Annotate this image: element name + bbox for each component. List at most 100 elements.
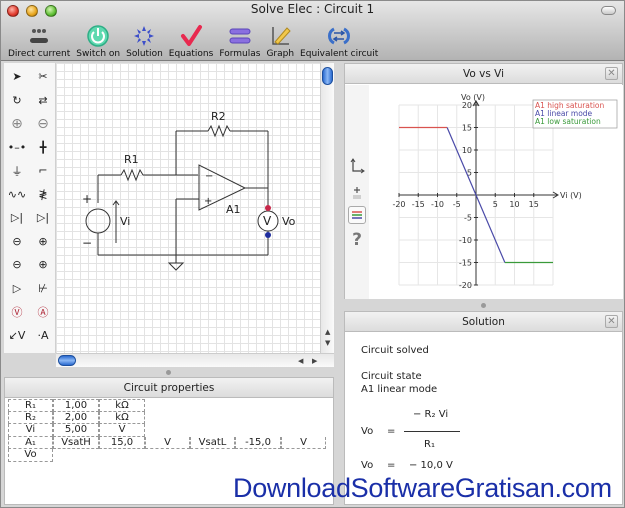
rotate-icon[interactable]: ↻ (4, 89, 30, 113)
property-cell[interactable]: 1,00 (53, 399, 99, 412)
direct-current-button[interactable]: Direct current (5, 19, 73, 59)
controlled-voltage-source-icon[interactable]: ⊖ (4, 253, 30, 277)
property-cell[interactable]: VsatH (53, 436, 99, 449)
formulas-button[interactable]: Formulas (216, 19, 263, 59)
graph-button[interactable]: Graph (263, 19, 297, 59)
diode-icon[interactable]: ▷| (4, 206, 30, 230)
axes-icon[interactable] (348, 157, 366, 175)
current-arrow-icon[interactable]: ·A (30, 324, 56, 348)
close-graph-button[interactable]: ✕ (605, 67, 618, 80)
x-tick-label: -5 (453, 200, 461, 209)
property-cell[interactable]: V (281, 436, 326, 449)
resistor-r1 (120, 168, 144, 182)
toolbar-toggle-button[interactable] (601, 6, 616, 15)
graph-pen-icon (267, 24, 293, 48)
canvas-vertical-scrollbar[interactable]: ▲ ▼ (320, 63, 334, 353)
x-tick-label: -10 (431, 200, 444, 209)
property-cell[interactable]: kΩ (99, 399, 145, 412)
y-tick-label: -15 (459, 259, 472, 268)
property-name: R₁ (8, 399, 53, 412)
graph-split-handle[interactable] (481, 303, 486, 308)
switch-icon[interactable]: ⌐ (30, 159, 56, 183)
scroll-down-arrow[interactable]: ▼ (325, 339, 330, 347)
equivalent-circuit-button[interactable]: Equivalent circuit (297, 19, 381, 59)
scroll-up-arrow[interactable]: ▲ (325, 328, 330, 336)
label-vi: Vi (120, 215, 130, 228)
ammeter-icon[interactable]: Ⓐ (30, 300, 56, 324)
equations-button[interactable]: Equations (166, 19, 217, 59)
resistor-icon[interactable]: ∿∿ (4, 183, 30, 207)
ground-icon[interactable]: ⏚ (4, 159, 30, 183)
property-cell[interactable]: V (99, 424, 145, 437)
switch-on-button[interactable]: Switch on (73, 19, 123, 59)
title-bar: Solve Elec : Circuit 1 Direct current Sw… (1, 1, 624, 61)
legend-icon[interactable] (348, 206, 366, 224)
property-row: Vo (8, 449, 330, 462)
property-cell[interactable]: 5,00 (53, 424, 99, 437)
cut-wire-icon[interactable]: ✂ (30, 65, 56, 89)
y-tick-label: 15 (462, 124, 472, 133)
y-tick-label: -5 (464, 214, 472, 223)
canvas-horizontal-scrollbar[interactable]: ◀ ▶ (56, 353, 334, 367)
add-curve-icon[interactable] (348, 183, 366, 201)
split-handle[interactable] (166, 370, 171, 375)
voltage-arrow-icon[interactable]: ↙V (4, 324, 30, 348)
property-cell[interactable]: 2,00 (53, 411, 99, 424)
x-tick-label: 10 (509, 200, 519, 209)
y-tick-label: -10 (459, 236, 472, 245)
zoom-in-icon[interactable]: ⊕ (4, 112, 30, 136)
transistor-icon[interactable]: ⊬ (30, 277, 56, 301)
scroll-right-arrow[interactable]: ▶ (312, 357, 317, 365)
help-icon[interactable]: ? (348, 230, 366, 250)
eq1-numerator: − R₂ Vi (413, 409, 449, 420)
select-arrow-icon[interactable]: ➤ (4, 65, 30, 89)
property-cell[interactable]: V (145, 436, 190, 449)
voltage-source-vi (85, 208, 111, 234)
voltmeter-negative-terminal (265, 232, 271, 238)
x-tick-label: 5 (493, 200, 498, 209)
eq2-lhs: Vo (361, 460, 374, 471)
label-a1: A1 (226, 203, 241, 216)
horizontal-scroll-thumb[interactable] (58, 355, 76, 366)
current-source-icon[interactable]: ⊕ (30, 230, 56, 254)
close-solution-button[interactable]: ✕ (605, 315, 618, 328)
property-cell[interactable]: 15,0 (99, 436, 145, 449)
controlled-current-source-icon[interactable]: ⊕ (30, 253, 56, 277)
circuit-canvas[interactable]: R1 R2 Vi A1 Vo V + − − + (56, 63, 320, 353)
vertical-scroll-thumb[interactable] (322, 67, 333, 85)
eq1-lhs: Vo (361, 426, 374, 437)
property-name: A₁ (8, 436, 53, 449)
led-icon[interactable]: ▷| (30, 206, 56, 230)
vo-vs-vi-chart: -20 -15 -10 -5 5 10 15 -20 -15 -10 -5 5 10 15 20 Vo (V)… (369, 85, 623, 299)
variable-resistor-icon[interactable]: ≹ (30, 183, 56, 207)
property-cell[interactable]: -15,0 (235, 436, 281, 449)
y-tick-label: 20 (462, 101, 472, 110)
eq2-equals: = (387, 460, 396, 471)
window-title: Solve Elec : Circuit 1 (250, 2, 375, 16)
direct-current-icon (26, 24, 52, 48)
eq1-denominator: R₁ (424, 439, 435, 450)
node-icon[interactable]: ╋ (30, 136, 56, 160)
swap-icon[interactable]: ⇄ (30, 89, 56, 113)
voltage-source-icon[interactable]: ⊖ (4, 230, 30, 254)
solution-button[interactable]: Solution (123, 19, 166, 59)
property-row: Vi 5,00 V (8, 424, 330, 437)
graph-panel-header: Vo vs Vi ✕ (345, 64, 622, 84)
x-axis-label: Vi (V) (560, 191, 582, 200)
component-palette: ➤ ✂ ↻ ⇄ ⊕ ⊖ •–• ╋ ⏚ ⌐ ∿∿ ≹ ▷| ▷| ⊖ ⊕ ⊖ ⊕ ▷ ⊬ Ⓥ Ⓐ ↙V ·A (4, 63, 56, 353)
circuit-diagram: R1 R2 Vi A1 Vo V + − − + (82, 110, 296, 271)
zoom-out-icon[interactable]: ⊖ (30, 112, 56, 136)
legend-entry: A1 low saturation (535, 117, 601, 126)
eq2-value: − 10,0 V (409, 460, 453, 471)
property-cell[interactable]: VsatL (190, 436, 235, 449)
voltmeter-icon[interactable]: Ⓥ (4, 300, 30, 324)
wire-icon[interactable]: •–• (4, 136, 30, 160)
opamp-noninverting-label: + (204, 196, 212, 207)
fraction-bar (404, 431, 460, 432)
property-cell[interactable]: kΩ (99, 411, 145, 424)
opamp-inverting-label: − (205, 171, 213, 182)
op-amp-icon[interactable]: ▷ (4, 277, 30, 301)
y-tick-label: 10 (462, 146, 472, 155)
scroll-left-arrow[interactable]: ◀ (298, 357, 303, 365)
graph-panel-title: Vo vs Vi (462, 68, 505, 80)
